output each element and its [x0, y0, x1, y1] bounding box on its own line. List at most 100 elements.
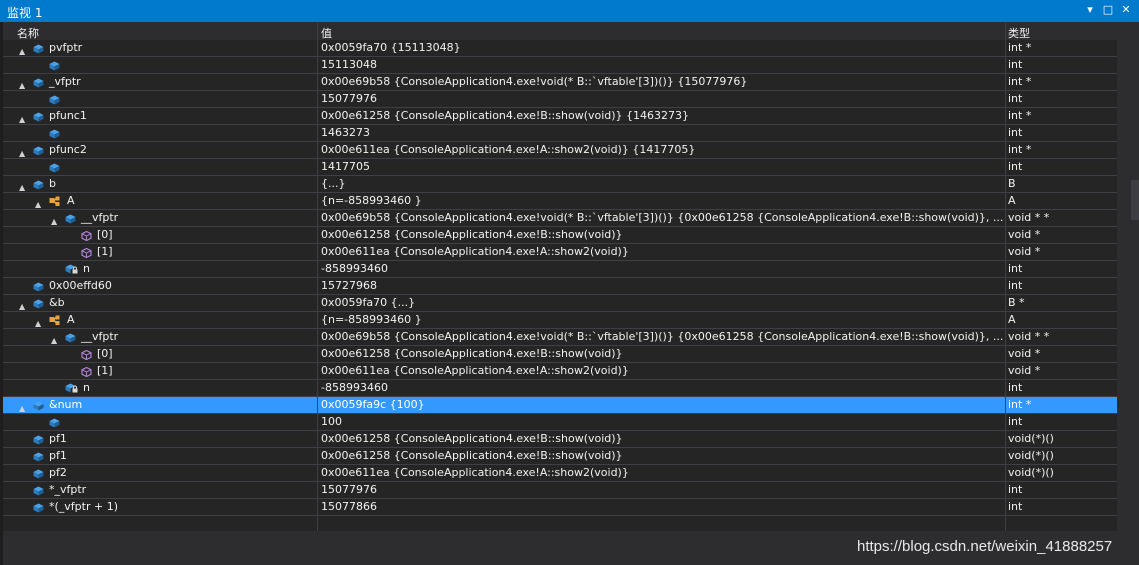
variable-value[interactable]: 15727968 [321, 278, 1004, 294]
expand-toggle-icon[interactable]: ▲ [35, 197, 41, 209]
expand-toggle-icon[interactable]: ▲ [35, 316, 41, 328]
variable-value[interactable]: 1417705 [321, 159, 1004, 175]
watch-row[interactable]: *_vfptr 15077976 int [3, 482, 1117, 499]
watch-row[interactable]: n -858993460 int [3, 261, 1117, 278]
variable-name[interactable]: pfunc1 [49, 108, 87, 124]
watch-row[interactable]: 100 int [3, 414, 1117, 431]
watch-row[interactable]: ▲ &b 0x0059fa70 {...} B * [3, 295, 1117, 312]
variable-value[interactable]: -858993460 [321, 261, 1004, 277]
variable-name[interactable]: 0x00effd60 [49, 278, 112, 294]
variable-name[interactable]: __vfptr [81, 329, 118, 345]
variable-name[interactable]: n [83, 380, 90, 396]
expand-toggle-icon[interactable]: ▲ [19, 180, 25, 192]
watch-row[interactable]: *(_vfptr + 1) 15077866 int [3, 499, 1117, 516]
variable-type: void * [1008, 364, 1041, 377]
expand-toggle-icon[interactable]: ▲ [51, 333, 57, 345]
watch-row[interactable]: ▲ pvfptr 0x0059fa70 {15113048} int * [3, 40, 1117, 57]
column-separator[interactable] [317, 23, 318, 531]
watch-row[interactable]: pf2 0x00e611ea {ConsoleApplication4.exe!A… [3, 465, 1117, 482]
variable-name[interactable]: _vfptr [49, 74, 81, 90]
variable-name[interactable]: pfunc2 [49, 142, 87, 158]
column-header-type[interactable]: 类型 [1008, 25, 1030, 41]
watch-row[interactable]: ▲ A {n=-858993460 } A [3, 312, 1117, 329]
variable-value[interactable]: 0x00e611ea {ConsoleApplication4.exe!A::s… [321, 363, 1004, 379]
variable-value[interactable]: {...} [321, 176, 1004, 192]
variable-name[interactable]: A [67, 193, 75, 209]
variable-value[interactable]: 100 [321, 414, 1004, 430]
watch-row[interactable]: [1] 0x00e611ea {ConsoleApplication4.exe!A… [3, 244, 1117, 261]
variable-name[interactable]: *_vfptr [49, 482, 86, 498]
variable-value[interactable]: 0x00e61258 {ConsoleApplication4.exe!B::s… [321, 227, 1004, 243]
variable-name[interactable]: pf1 [49, 448, 67, 464]
variable-value[interactable] [321, 516, 1004, 532]
variable-value[interactable]: {n=-858993460 } [321, 193, 1004, 209]
variable-value[interactable]: 0x00e69b58 {ConsoleApplication4.exe!void… [321, 329, 1004, 345]
variable-name[interactable]: [0] [97, 227, 113, 243]
watch-row[interactable]: 15113048 int [3, 57, 1117, 74]
variable-value[interactable]: 15077976 [321, 91, 1004, 107]
watch-row[interactable]: ▲ __vfptr 0x00e69b58 {ConsoleApplication4.… [3, 210, 1117, 227]
dropdown-icon[interactable]: ▾ [1083, 3, 1097, 17]
expand-toggle-icon[interactable]: ▲ [19, 112, 25, 124]
watch-row[interactable]: [0] 0x00e61258 {ConsoleApplication4.exe!B… [3, 227, 1117, 244]
expand-toggle-icon[interactable]: ▲ [19, 146, 25, 158]
variable-value[interactable]: 0x00e611ea {ConsoleApplication4.exe!A::s… [321, 465, 1004, 481]
column-header-value[interactable]: 值 [321, 25, 332, 41]
watch-row[interactable]: pf1 0x00e61258 {ConsoleApplication4.exe!B… [3, 448, 1117, 465]
watch-row[interactable]: ▲ A {n=-858993460 } A [3, 193, 1117, 210]
watch-row[interactable]: ▲ _vfptr 0x00e69b58 {ConsoleApplication4.e… [3, 74, 1117, 91]
variable-name[interactable]: &b [49, 295, 65, 311]
variable-value[interactable]: {n=-858993460 } [321, 312, 1004, 328]
watch-row[interactable]: [1] 0x00e611ea {ConsoleApplication4.exe!A… [3, 363, 1117, 380]
watch-row[interactable]: 1463273 int [3, 125, 1117, 142]
variable-value[interactable]: 0x00e611ea {ConsoleApplication4.exe!A::s… [321, 142, 1004, 158]
watch-row[interactable]: ▲ pfunc1 0x00e61258 {ConsoleApplication4.e… [3, 108, 1117, 125]
variable-name[interactable]: pvfptr [49, 40, 82, 56]
variable-value[interactable]: -858993460 [321, 380, 1004, 396]
variable-name[interactable]: &num [49, 397, 82, 413]
variable-name[interactable]: b [49, 176, 56, 192]
variable-name[interactable]: [0] [97, 346, 113, 362]
variable-value[interactable]: 15077976 [321, 482, 1004, 498]
variable-name[interactable]: pf1 [49, 431, 67, 447]
watch-row[interactable]: n -858993460 int [3, 380, 1117, 397]
variable-value[interactable]: 0x0059fa70 {15113048} [321, 40, 1004, 56]
expand-toggle-icon[interactable]: ▲ [51, 214, 57, 226]
close-icon[interactable]: ✕ [1119, 3, 1133, 17]
variable-value[interactable]: 0x00e61258 {ConsoleApplication4.exe!B::s… [321, 448, 1004, 464]
watch-row[interactable]: ▲ __vfptr 0x00e69b58 {ConsoleApplication4.… [3, 329, 1117, 346]
variable-name[interactable]: __vfptr [81, 210, 118, 226]
maximize-icon[interactable]: □ [1101, 3, 1115, 17]
variable-value[interactable]: 1463273 [321, 125, 1004, 141]
watch-row[interactable]: 0x00effd60 15727968 int [3, 278, 1117, 295]
variable-name[interactable]: A [67, 312, 75, 328]
variable-value[interactable]: 0x00e61258 {ConsoleApplication4.exe!B::s… [321, 431, 1004, 447]
watch-row[interactable]: ▲ &num 0x0059fa9c {100} int * [3, 397, 1117, 414]
variable-value[interactable]: 0x0059fa70 {...} [321, 295, 1004, 311]
variable-name[interactable]: n [83, 261, 90, 277]
watch-row[interactable]: 1417705 int [3, 159, 1117, 176]
variable-name[interactable]: [1] [97, 244, 113, 260]
variable-value[interactable]: 0x00e611ea {ConsoleApplication4.exe!A::s… [321, 244, 1004, 260]
variable-name[interactable]: [1] [97, 363, 113, 379]
column-separator[interactable] [1005, 23, 1006, 531]
variable-value[interactable]: 15077866 [321, 499, 1004, 515]
variable-value[interactable]: 0x00e61258 {ConsoleApplication4.exe!B::s… [321, 346, 1004, 362]
variable-name[interactable]: pf2 [49, 465, 67, 481]
variable-name[interactable]: *(_vfptr + 1) [49, 499, 118, 515]
watch-row[interactable]: [0] 0x00e61258 {ConsoleApplication4.exe!B… [3, 346, 1117, 363]
column-header-name[interactable]: 名称 [17, 25, 39, 41]
variable-value[interactable]: 0x00e61258 {ConsoleApplication4.exe!B::s… [321, 108, 1004, 124]
watch-row[interactable]: 15077976 int [3, 91, 1117, 108]
watch-row[interactable]: ▲ b {...} B [3, 176, 1117, 193]
expand-toggle-icon[interactable]: ▲ [19, 44, 25, 56]
expand-toggle-icon[interactable]: ▲ [19, 78, 25, 90]
expand-toggle-icon[interactable]: ▲ [19, 401, 25, 413]
variable-value[interactable]: 0x0059fa9c {100} [321, 397, 1004, 413]
expand-toggle-icon[interactable]: ▲ [19, 299, 25, 311]
variable-value[interactable]: 15113048 [321, 57, 1004, 73]
variable-value[interactable]: 0x00e69b58 {ConsoleApplication4.exe!void… [321, 74, 1004, 90]
variable-value[interactable]: 0x00e69b58 {ConsoleApplication4.exe!void… [321, 210, 1004, 226]
watch-row[interactable]: pf1 0x00e61258 {ConsoleApplication4.exe!B… [3, 431, 1117, 448]
watch-row[interactable]: ▲ pfunc2 0x00e611ea {ConsoleApplication4.e… [3, 142, 1117, 159]
